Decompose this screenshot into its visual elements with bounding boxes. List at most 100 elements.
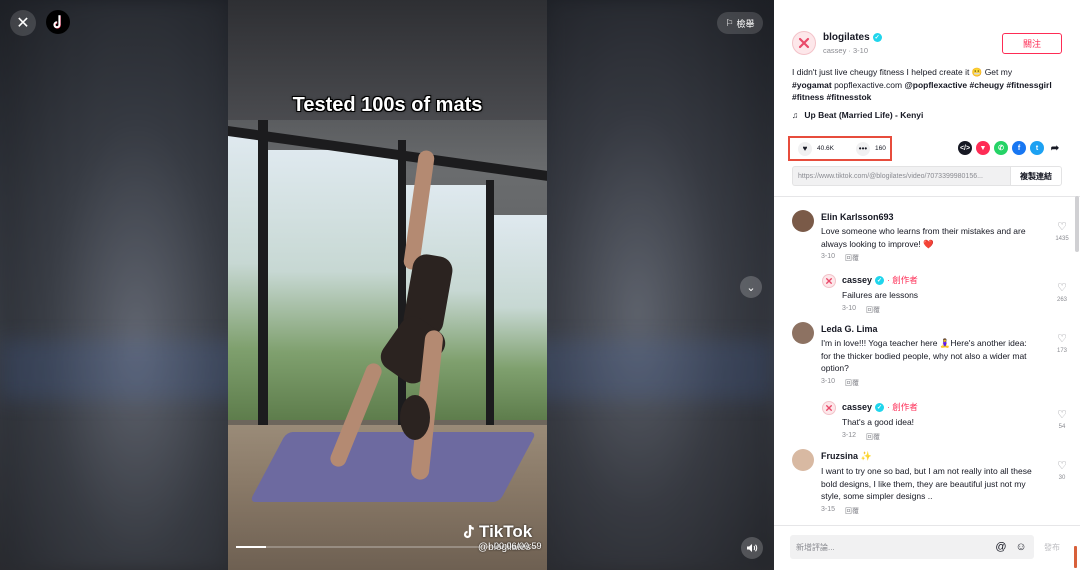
blurred-background-left	[0, 0, 228, 570]
window-frame	[258, 120, 268, 425]
close-button[interactable]: ✕	[10, 10, 36, 36]
comment-like-button[interactable]: ♡ 54	[1052, 408, 1072, 430]
window-frame	[398, 140, 406, 425]
embed-icon[interactable]: </>	[958, 141, 972, 155]
author-info[interactable]: blogilates ✓ cassey · 3-10	[792, 31, 882, 55]
comment-like-count: 30	[1058, 475, 1066, 481]
yoga-mat	[249, 432, 537, 502]
video-link-field[interactable]: https://www.tiktok.com/@blogilates/video…	[792, 166, 1010, 186]
comment-item: Leda G. Lima I'm in love!!! Yoga teacher…	[792, 322, 1067, 392]
blogilates-logo-icon	[798, 37, 810, 49]
like-stat[interactable]: ♥ 40.6K	[798, 141, 834, 156]
comment-like-count: 173	[1056, 348, 1067, 354]
heart-outline-icon: ♡	[1057, 282, 1067, 294]
like-count: 40.6K	[817, 145, 834, 152]
commenter-name[interactable]: Elin Karlsson693	[821, 212, 1036, 222]
hashtag-cheugy[interactable]: #cheugy	[969, 80, 1004, 90]
video-window	[494, 215, 547, 420]
copy-link-button[interactable]: 複製連結	[1010, 166, 1062, 186]
commenter-name[interactable]: cassey	[842, 402, 872, 412]
comment-stat[interactable]: ••• 160	[856, 141, 886, 156]
blogilates-logo-icon	[826, 405, 832, 411]
follow-button[interactable]: 關注	[1002, 33, 1062, 54]
comment-item: Fruzsina ✨ I want to try one so bad, but…	[792, 449, 1067, 519]
comment-like-count: 54	[1058, 424, 1066, 430]
next-video-button[interactable]: ⌄	[740, 276, 762, 298]
volume-icon	[747, 544, 758, 552]
share-arrow-icon[interactable]: ➦	[1048, 141, 1062, 155]
comment-like-button[interactable]: ♡ 263	[1052, 281, 1072, 303]
reply-button[interactable]: 回覆	[845, 378, 859, 388]
video-caption: Tested 100s of mats	[292, 94, 483, 116]
author-name[interactable]: blogilates	[823, 32, 870, 43]
whatsapp-icon[interactable]: ✆	[994, 141, 1008, 155]
reply-button[interactable]: 回覆	[845, 253, 859, 263]
comment-like-button[interactable]: ♡ 1435	[1052, 220, 1072, 242]
comment-like-button[interactable]: ♡ 173	[1052, 332, 1072, 354]
video-window	[228, 135, 258, 420]
comment-like-count: 1435	[1055, 236, 1069, 242]
commenter-name[interactable]: Leda G. Lima	[821, 324, 1036, 334]
friends-icon[interactable]: ▼	[976, 141, 990, 155]
reply-button[interactable]: 回覆	[866, 305, 880, 315]
hashtag-fitness[interactable]: #fitness	[792, 92, 824, 102]
commenter-name[interactable]: Fruzsina ✨	[821, 451, 1036, 462]
blogilates-logo-icon	[826, 278, 832, 284]
tiktok-note-icon	[463, 524, 474, 539]
reply-button[interactable]: 回覆	[845, 506, 859, 516]
comment-reply-item: cassey ✓ · 創作者 That's a good idea! 3-12 …	[792, 398, 1067, 442]
video-player-area[interactable]: Tested 100s of mats TikTok @blogilates 0…	[0, 0, 774, 570]
heart-outline-icon: ♡	[1057, 333, 1067, 345]
commenter-name-row: cassey ✓ · 創作者	[842, 274, 1032, 286]
commenter-name[interactable]: cassey	[842, 275, 872, 285]
comment-like-count: 263	[1056, 297, 1067, 303]
author-name-row: blogilates ✓	[823, 32, 882, 43]
tiktok-note-icon	[53, 15, 61, 29]
comment-date: 3-12	[842, 431, 857, 439]
comment-date: 3-10	[821, 253, 836, 260]
creator-avatar[interactable]	[822, 401, 836, 415]
comment-text: That's a good idea!	[842, 417, 915, 427]
video-description: I didn't just live cheugy fitness I help…	[792, 66, 1067, 104]
video-progress-fill	[236, 546, 267, 548]
report-label: 檢舉	[736, 18, 755, 29]
commenter-avatar[interactable]	[792, 449, 814, 471]
commenter-avatar[interactable]	[792, 322, 814, 344]
music-link[interactable]: ♫ Up Beat (Married Life) - Kenyi	[792, 110, 923, 120]
mention-popflexactive[interactable]: @popflexactive	[904, 80, 967, 90]
comment-text: Love someone who learns from their mista…	[821, 226, 1026, 249]
author-avatar[interactable]	[792, 31, 816, 55]
comment-item: Elin Karlsson693 Love someone who learns…	[792, 210, 1069, 272]
report-button[interactable]: ⚐ 檢舉	[717, 12, 763, 34]
tiktok-logo-icon[interactable]	[46, 10, 70, 34]
author-meta: cassey · 3-10	[823, 45, 869, 55]
comment-input[interactable]	[796, 542, 988, 552]
hashtag-yogamat[interactable]: #yogamat	[792, 80, 832, 90]
hashtag-fitnesstok[interactable]: #fitnesstok	[827, 92, 872, 102]
window-frame	[486, 180, 494, 425]
comment-count: 160	[875, 145, 886, 152]
flag-icon: ⚐	[725, 17, 734, 28]
twitter-icon[interactable]: t	[1030, 141, 1044, 155]
close-icon: ✕	[16, 15, 30, 32]
mention-at-icon[interactable]: @	[994, 540, 1008, 554]
comment-date: 3-10	[842, 304, 857, 312]
comment-icon: •••	[856, 141, 870, 156]
hashtag-fitnessgirl[interactable]: #fitnessgirl	[1006, 80, 1051, 90]
watermark-brand: TikTok	[462, 522, 532, 542]
comment-like-button[interactable]: ♡ 30	[1052, 459, 1072, 481]
emoji-icon[interactable]: ☺	[1014, 540, 1028, 554]
commenter-avatar[interactable]	[792, 210, 814, 232]
post-comment-button[interactable]: 發布	[1044, 542, 1060, 553]
engagement-stats: ♥ 40.6K ••• 160	[788, 136, 892, 161]
creator-avatar[interactable]	[822, 274, 836, 288]
music-note-icon: ♫	[792, 110, 799, 120]
volume-button[interactable]	[741, 537, 763, 559]
video-frame[interactable]	[228, 0, 547, 570]
video-progress-bar[interactable]	[236, 546, 538, 548]
details-panel: blogilates ✓ cassey · 3-10 關注 I didn't j…	[774, 0, 1080, 570]
reply-button[interactable]: 回覆	[866, 432, 880, 442]
comment-composer: @ ☺ 發布	[774, 525, 1080, 570]
creator-badge: · 創作者	[887, 402, 918, 412]
facebook-icon[interactable]: f	[1012, 141, 1026, 155]
